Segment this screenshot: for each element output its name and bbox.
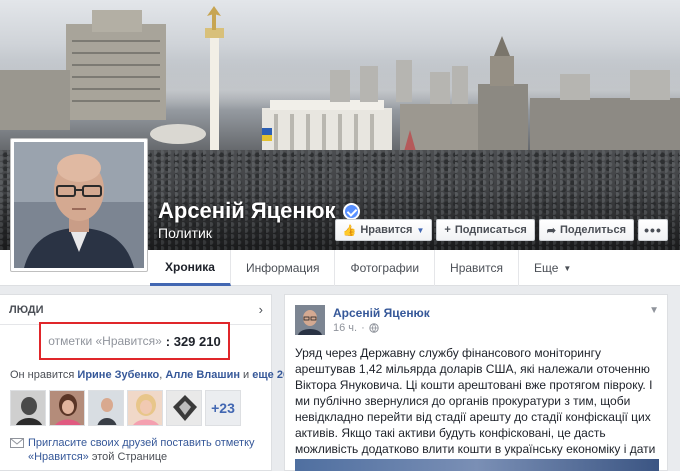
tab-more-label: Еще (533, 261, 559, 275)
person-portrait-image (14, 142, 144, 268)
share-button-label: Поделиться (559, 224, 626, 236)
tab-timeline[interactable]: Хроника (150, 250, 231, 286)
friend-avatar[interactable] (49, 390, 85, 426)
friend-link-2[interactable]: Алле Влашин (165, 369, 240, 381)
post-author-name[interactable]: Арсеній Яценюк (333, 306, 430, 320)
people-card-header[interactable]: Люди › (0, 295, 271, 325)
friend-photo-5 (167, 391, 201, 425)
post-author-avatar[interactable] (295, 305, 325, 335)
friend-photo-1 (11, 391, 45, 425)
friend-thumbnails: +23 (10, 390, 241, 426)
like-button-label: Нравится (360, 224, 413, 236)
likes-number: : 329 210 (165, 333, 221, 349)
friend-avatar[interactable] (10, 390, 46, 426)
share-arrow-icon: ➦ (546, 224, 556, 237)
friend-photo-2 (50, 391, 84, 425)
caret-down-icon: ▼ (563, 263, 572, 273)
chevron-right-icon: › (258, 302, 263, 317)
tab-likes[interactable]: Нравится (435, 250, 519, 286)
subscribe-button-label: Подписаться (454, 224, 527, 236)
tab-more[interactable]: Еще ▼ (519, 250, 586, 286)
more-options-button[interactable]: ••• (638, 219, 668, 241)
tab-about-label: Информация (245, 261, 320, 275)
profile-name-text: Арсеній Яценюк (158, 198, 336, 223)
subscribe-button[interactable]: + Подписаться (436, 219, 535, 241)
invite-friends: Пригласите своих друзей поставить отметк… (10, 436, 268, 464)
tab-likes-label: Нравится (450, 261, 503, 275)
timeline-post: Арсеній Яценюк 16 ч. · ▼ Уряд через Держ… (284, 294, 668, 471)
envelope-icon (10, 438, 24, 448)
profile-name[interactable]: Арсеній Яценюк (158, 198, 360, 224)
page-likes-count[interactable]: отметки «Нравится» : 329 210 (39, 322, 230, 360)
people-card-title: Люди (9, 303, 44, 316)
plus-icon: + (444, 224, 451, 236)
tab-about[interactable]: Информация (231, 250, 336, 286)
tab-photos[interactable]: Фотографии (335, 250, 436, 286)
friend-link-1[interactable]: Ирине Зубенко (77, 369, 159, 381)
share-button[interactable]: ➦ Поделиться (538, 219, 634, 241)
friend-photo-4 (128, 391, 162, 425)
globe-icon (369, 323, 379, 333)
post-options-chevron-icon[interactable]: ▼ (649, 305, 659, 316)
profile-picture[interactable] (10, 138, 148, 272)
friends-and: и (239, 369, 253, 381)
friend-avatar[interactable] (166, 390, 202, 426)
thumbs-up-icon: 👍 (342, 224, 357, 237)
likes-label: отметки «Нравится» (48, 334, 162, 348)
profile-photo (14, 142, 144, 268)
post-attached-image[interactable] (295, 459, 659, 471)
post-text: Уряд через Державну службу фінансового м… (295, 346, 656, 471)
friend-avatar[interactable] (88, 390, 124, 426)
tab-timeline-label: Хроника (165, 259, 215, 274)
friend-photo-3 (89, 391, 123, 425)
like-page-button[interactable]: 👍 Нравится ▼ (334, 219, 433, 241)
chevron-down-icon: ▼ (416, 225, 425, 235)
more-friends-count[interactable]: +23 (205, 390, 241, 426)
author-thumbnail-image (295, 305, 325, 335)
invite-friends-rest: этой Странице (88, 451, 168, 463)
meta-dot: · (361, 322, 365, 334)
post-meta: 16 ч. · (333, 322, 379, 334)
verified-badge-icon (342, 202, 360, 220)
post-timestamp[interactable]: 16 ч. (333, 322, 357, 334)
tab-photos-label: Фотографии (350, 261, 420, 275)
friends-who-like: Он нравится Ирине Зубенко, Алле Влашин и… (10, 369, 292, 381)
friends-prefix: Он нравится (10, 369, 78, 381)
friend-avatar[interactable] (127, 390, 163, 426)
page-tabs: Хроника Информация Фотографии Нравится Е… (150, 250, 586, 286)
page-actions: 👍 Нравится ▼ + Подписаться ➦ Поделиться … (334, 219, 668, 241)
profile-category: Политик (158, 225, 212, 241)
